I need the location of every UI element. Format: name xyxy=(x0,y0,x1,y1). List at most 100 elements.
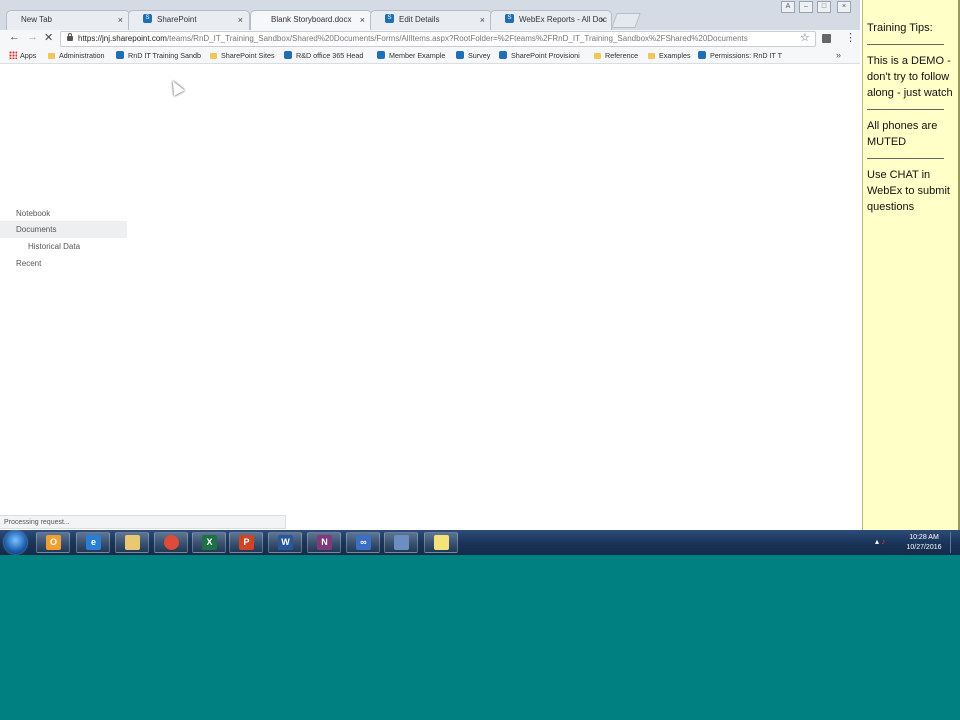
bookmark-examples[interactable]: Examples xyxy=(648,51,691,60)
user-profile-icon[interactable]: A xyxy=(781,1,795,13)
windows-taskbar: Oe X P W N ∞ xyxy=(0,530,960,555)
bookmark-label: R&D office 365 Head xyxy=(296,51,364,60)
bookmark-label: SharePoint Provisioni xyxy=(511,51,580,60)
clock-date: 10/27/2016 xyxy=(906,544,942,551)
extension-icon[interactable] xyxy=(822,34,831,43)
back-arrow-icon[interactable]: ← xyxy=(9,31,20,43)
tab-label: Edit Details xyxy=(399,15,440,24)
apps-grid-icon xyxy=(9,51,17,59)
taskbar-outlook-button[interactable]: O xyxy=(36,532,70,553)
minimize-icon[interactable]: – xyxy=(799,1,813,13)
clock[interactable]: 10:28 AM 10/27/2016 xyxy=(896,533,952,553)
tab-edit-details[interactable]: S Edit Details × xyxy=(370,10,492,30)
link-app-icon: ∞ xyxy=(356,535,371,550)
tab-label: SharePoint xyxy=(157,15,197,24)
bookmark-permissions[interactable]: Permissions: RnD IT T xyxy=(698,51,782,60)
navigation-toolbar: ← → ✕ https://jnj.sharepoint.com/teams/R… xyxy=(0,30,860,48)
sharepoint-icon: S xyxy=(143,14,152,24)
bookmark-label: RnD IT Training Sandb xyxy=(128,51,201,60)
bookmark-label: Permissions: RnD IT T xyxy=(710,51,783,60)
bookmark-label: Administration xyxy=(59,51,105,60)
tab-blank-storyboard[interactable]: Blank Storyboard.docx × xyxy=(250,10,372,31)
taskbar-chrome-button[interactable] xyxy=(154,532,188,553)
tips-title: Training Tips: xyxy=(867,22,933,34)
bookmark-rnd-it-training[interactable]: RnD IT Training Sandb xyxy=(116,51,201,60)
tab-close-icon[interactable]: × xyxy=(480,11,485,29)
taskbar-word-button[interactable]: W xyxy=(268,532,302,553)
quick-launch-documents[interactable]: Documents xyxy=(0,221,127,238)
maximize-icon[interactable]: □ xyxy=(817,1,831,13)
bookmark-star-icon[interactable]: ☆ xyxy=(800,31,810,44)
folder-icon xyxy=(648,53,655,59)
robot-app-icon xyxy=(394,535,409,550)
sharepoint-icon: S xyxy=(385,14,394,24)
onenote-icon: N xyxy=(317,535,332,550)
tab-label: Blank Storyboard.docx xyxy=(271,15,352,24)
tab-close-icon[interactable]: × xyxy=(360,11,365,29)
address-bar[interactable]: https://jnj.sharepoint.com/teams/RnD_IT_… xyxy=(60,31,816,47)
bookmark-label: Survey xyxy=(468,51,491,60)
sharepoint-icon xyxy=(377,51,385,59)
divider xyxy=(867,109,944,110)
outlook-icon: O xyxy=(46,535,61,550)
taskbar-sticky-notes-button[interactable] xyxy=(424,532,458,553)
bookmark-survey[interactable]: Survey xyxy=(456,51,490,60)
tab-webex-reports[interactable]: S WebEx Reports - All Doc × xyxy=(490,10,612,30)
url-host: https://jnj.sharepoint.com xyxy=(78,34,167,43)
show-desktop-button[interactable] xyxy=(950,532,959,553)
sharepoint-icon xyxy=(499,51,507,59)
bookmark-sharepoint-provisioning[interactable]: SharePoint Provisioni xyxy=(499,51,580,60)
volume-muted-icon[interactable]: ♪ xyxy=(881,537,885,546)
tab-close-icon[interactable]: × xyxy=(238,11,243,29)
chrome-menu-icon[interactable]: ⋮ xyxy=(845,31,856,44)
bookmark-administration[interactable]: Administration xyxy=(48,51,105,60)
sharepoint-icon xyxy=(116,51,124,59)
sharepoint-icon xyxy=(698,51,706,59)
taskbar-powerpoint-button[interactable]: P xyxy=(229,532,263,553)
bookmark-sharepoint-sites[interactable]: SharePoint Sites xyxy=(210,51,275,60)
bookmark-apps[interactable]: Apps xyxy=(9,51,36,60)
quick-launch-recent[interactable]: Recent xyxy=(16,258,41,270)
status-bar: Processing request... xyxy=(0,515,286,529)
close-window-icon[interactable]: × xyxy=(837,1,851,13)
divider xyxy=(867,44,944,45)
tab-bar: New Tab × S SharePoint × Blank Storyboard… xyxy=(0,0,860,31)
folder-icon xyxy=(594,53,601,59)
powerpoint-icon: P xyxy=(239,535,254,550)
tab-close-icon[interactable]: × xyxy=(600,11,605,29)
bookmarks-overflow-icon[interactable]: » xyxy=(836,50,841,60)
divider xyxy=(867,158,944,159)
page-content xyxy=(0,64,860,530)
bookmark-label: Apps xyxy=(20,51,37,60)
bookmark-rd-office-365[interactable]: R&D office 365 Head xyxy=(284,51,363,60)
lock-icon xyxy=(67,33,73,41)
tray-icons[interactable]: ▴ ♪ xyxy=(875,537,885,546)
url-path: /teams/RnD_IT_Training_Sandbox/Shared%20… xyxy=(166,34,748,43)
sharepoint-icon: S xyxy=(505,14,514,24)
taskbar-onenote-button[interactable]: N xyxy=(307,532,341,553)
tip-chat: Use CHAT in WebEx to submit questions xyxy=(867,169,950,213)
taskbar-file-explorer-button[interactable] xyxy=(115,532,149,553)
quick-launch-notebook[interactable]: Notebook xyxy=(16,208,50,220)
tab-new-tab[interactable]: New Tab × xyxy=(6,10,130,30)
stop-loading-icon[interactable]: ✕ xyxy=(44,31,53,44)
bookmark-member-example[interactable]: Member Example xyxy=(377,51,445,60)
forward-arrow-icon[interactable]: → xyxy=(27,31,38,43)
start-button[interactable] xyxy=(4,531,27,554)
tab-label: New Tab xyxy=(21,15,52,24)
taskbar-internet-explorer-button[interactable]: e xyxy=(76,532,110,553)
tab-sharepoint[interactable]: S SharePoint × xyxy=(128,10,250,30)
tip-muted: All phones are MUTED xyxy=(867,120,938,148)
bookmark-reference[interactable]: Reference xyxy=(594,51,638,60)
screen: New Tab × S SharePoint × Blank Storyboard… xyxy=(0,0,960,555)
taskbar-link-app-button[interactable]: ∞ xyxy=(346,532,380,553)
chrome-icon xyxy=(164,535,179,550)
sharepoint-icon xyxy=(284,51,292,59)
word-icon: W xyxy=(278,535,293,550)
taskbar-excel-button[interactable]: X xyxy=(192,532,226,553)
quick-launch-historical-data[interactable]: Historical Data xyxy=(28,241,80,253)
tab-close-icon[interactable]: × xyxy=(118,11,123,29)
new-tab-button[interactable] xyxy=(611,13,641,28)
taskbar-robot-app-button[interactable] xyxy=(384,532,418,553)
bookmark-label: SharePoint Sites xyxy=(221,51,275,60)
